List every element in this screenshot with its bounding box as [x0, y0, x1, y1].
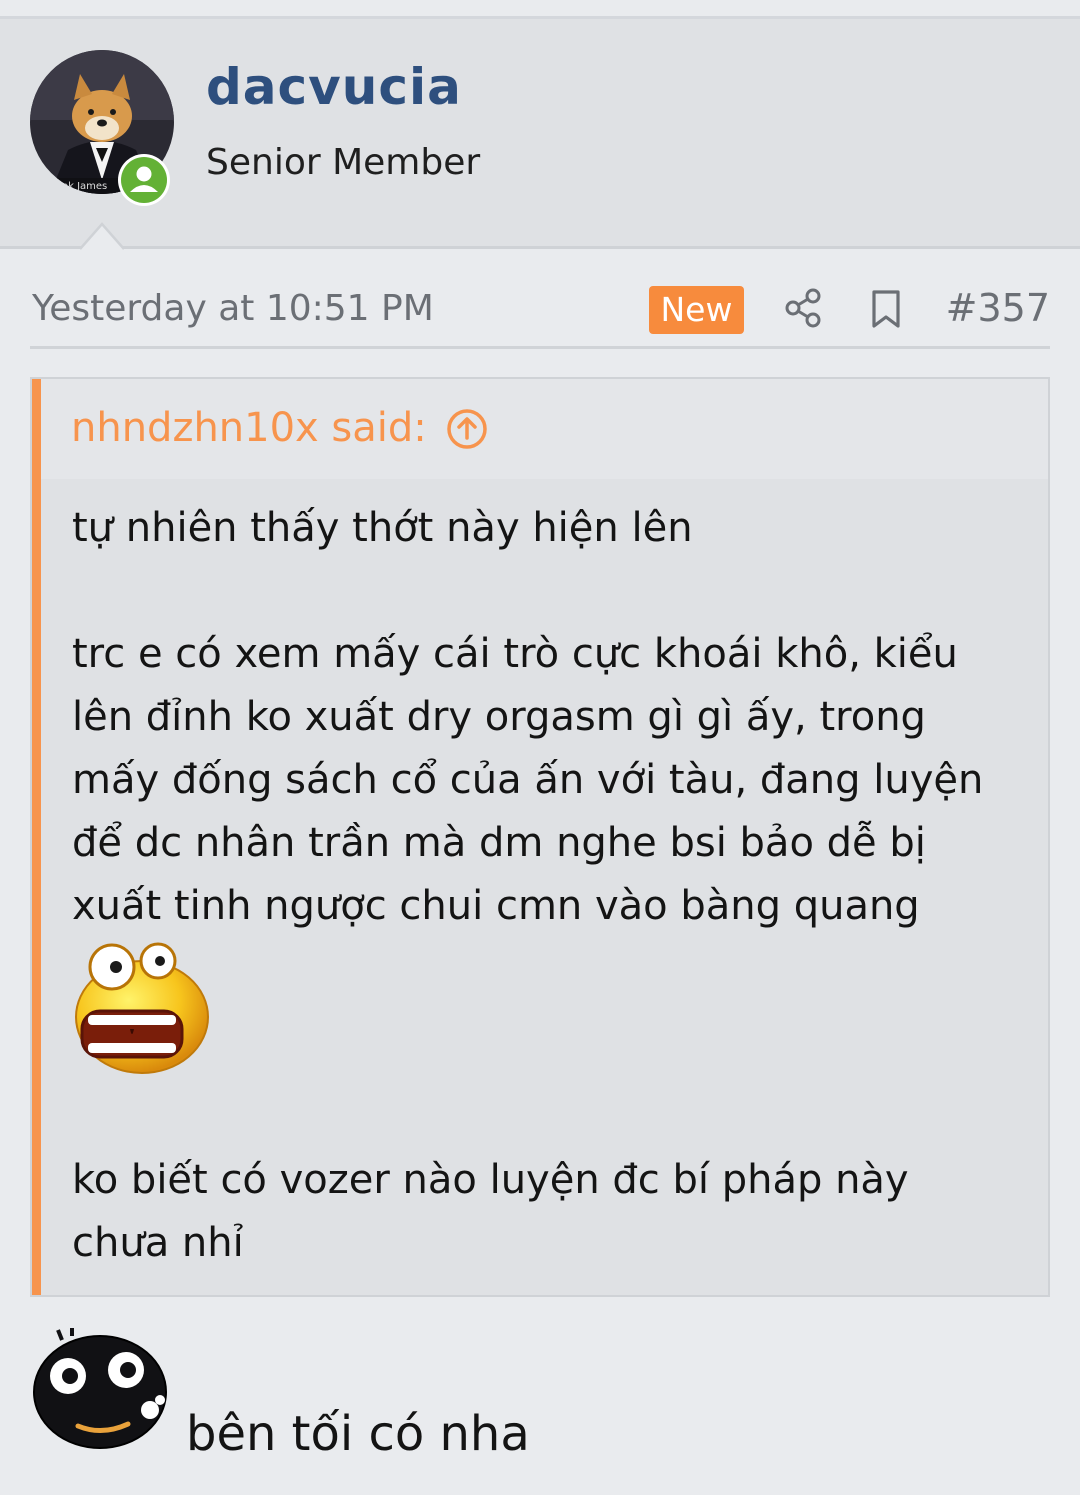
- post-timestamp[interactable]: Yesterday at 10:51 PM: [32, 288, 434, 329]
- reply-text: bên tối có nha: [186, 1406, 530, 1462]
- header-caret: [80, 222, 124, 250]
- post-number-link[interactable]: #357: [946, 286, 1050, 330]
- quote-author-link[interactable]: nhndzhn10x said:: [71, 405, 427, 451]
- bookmark-icon[interactable]: [868, 286, 904, 330]
- quote-text-line: xuất tinh ngược chui cmn vào bàng quang: [72, 883, 920, 929]
- black-face-emoji-icon: [33, 1328, 167, 1449]
- online-status-icon: [118, 154, 170, 206]
- new-badge: New: [649, 286, 744, 334]
- username-link[interactable]: dacvucia: [206, 58, 462, 116]
- arrow-up-circle-icon[interactable]: [445, 407, 489, 451]
- post-meta-bar: Yesterday at 10:51 PM New #357: [30, 280, 1050, 349]
- shocked-emoji-icon: [75, 942, 209, 1074]
- quote-text-line: chưa nhỉ: [72, 1220, 244, 1266]
- share-icon[interactable]: [782, 286, 824, 330]
- quote-block: nhndzhn10x said: tự nhiên thấy thớt này …: [30, 377, 1050, 1297]
- quote-text-line: ko biết có vozer nào luyện đc bí pháp nà…: [72, 1157, 909, 1203]
- user-title: Senior Member: [206, 142, 481, 183]
- post-page: ok James dacvucia Senior Member Yesterda…: [0, 0, 1080, 1495]
- quote-text-line: để dc nhân trần mà dm nghe bsi bảo dễ bị: [72, 820, 926, 866]
- quote-accent-bar: [32, 379, 41, 1295]
- quote-text-line: tự nhiên thấy thớt này hiện lên: [72, 505, 693, 551]
- quote-text-line: trc e có xem mấy cái trò cực khoái khô, …: [72, 631, 958, 677]
- header-divider: [0, 246, 1080, 249]
- quote-header: nhndzhn10x said:: [41, 379, 1048, 479]
- quote-text-line: mấy đống sách cổ của ấn với tàu, đang lu…: [72, 757, 984, 803]
- quote-text-line: lên đỉnh ko xuất dry orgasm gì gì ấy, tr…: [72, 694, 926, 740]
